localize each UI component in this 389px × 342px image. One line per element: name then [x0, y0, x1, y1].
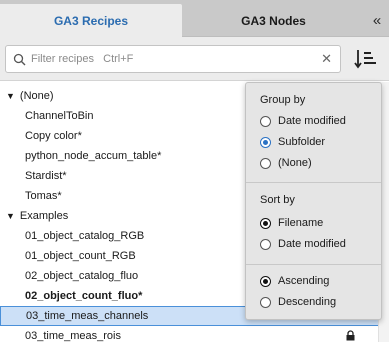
group-by-none-option[interactable]: (None) [260, 157, 312, 169]
search-icon [13, 53, 26, 65]
toolbar: ✕ [0, 37, 389, 81]
option-label: Subfolder [278, 136, 326, 148]
tree-item-label: 01_object_catalog_RGB [25, 230, 145, 242]
radio-icon [260, 238, 271, 250]
tree-item-label: 03_time_meas_channels [26, 310, 149, 322]
tree-item-label: python_node_accum_table* [25, 150, 162, 162]
sort-by-date-modified-option[interactable]: Date modified [260, 238, 346, 250]
option-label: Descending [278, 296, 337, 308]
option-label: Filename [278, 217, 324, 229]
sort-by-filename-option[interactable]: Filename [260, 217, 323, 229]
clear-search-icon[interactable]: ✕ [321, 51, 332, 67]
search-box[interactable]: ✕ [5, 45, 341, 73]
tree-item-label: (None) [19, 90, 54, 102]
expand-caret-icon[interactable]: ▼ [6, 91, 15, 101]
option-label: Date modified [278, 115, 346, 127]
tree-item-label: 02_object_count_fluo* [25, 290, 143, 302]
tree-item-label: Copy color* [25, 130, 82, 142]
tree-item[interactable]: 03_time_meas_rois [0, 326, 389, 342]
radio-selected-icon [260, 217, 271, 229]
tree-item-label: Examples [19, 210, 69, 222]
group-by-heading: Group by [260, 94, 306, 106]
tab-bar: GA3 Recipes GA3 Nodes « [0, 0, 389, 37]
tree-item-label: Stardist* [25, 170, 67, 182]
search-input[interactable] [31, 53, 311, 65]
tab-ga3-recipes[interactable]: GA3 Recipes [0, 4, 182, 37]
tree-item-label: 03_time_meas_rois [25, 330, 121, 342]
tab-ga3-nodes[interactable]: GA3 Nodes [182, 4, 365, 37]
expand-caret-icon[interactable]: ▼ [6, 211, 15, 221]
tree-item-label: ChannelToBin [25, 110, 94, 122]
radio-icon [260, 296, 271, 308]
sort-icon [354, 50, 376, 69]
radio-icon [260, 115, 271, 127]
order-ascending-option[interactable]: Ascending [260, 275, 329, 287]
sort-options-button[interactable] [349, 43, 381, 75]
group-by-subfolder-option[interactable]: Subfolder [260, 136, 325, 148]
lock-icon [346, 330, 355, 341]
divider [246, 182, 381, 183]
option-label: Date modified [278, 238, 346, 250]
tree-item-label: 01_object_count_RGB [25, 250, 136, 262]
sort-by-heading: Sort by [260, 194, 295, 206]
option-label: (None) [278, 157, 312, 169]
order-descending-option[interactable]: Descending [260, 296, 336, 308]
option-label: Ascending [278, 275, 330, 287]
group-by-date-modified-option[interactable]: Date modified [260, 115, 346, 127]
radio-selected-icon [260, 136, 271, 148]
tree-item-label: Tomas* [25, 190, 62, 202]
sort-group-popup: Group by Date modified Subfolder (None) … [245, 82, 382, 320]
tree-item-label: 02_object_catalog_fluo [25, 270, 139, 282]
radio-selected-icon [260, 275, 271, 287]
radio-icon [260, 157, 271, 169]
divider [246, 264, 381, 265]
collapse-panel-button[interactable]: « [365, 4, 389, 37]
